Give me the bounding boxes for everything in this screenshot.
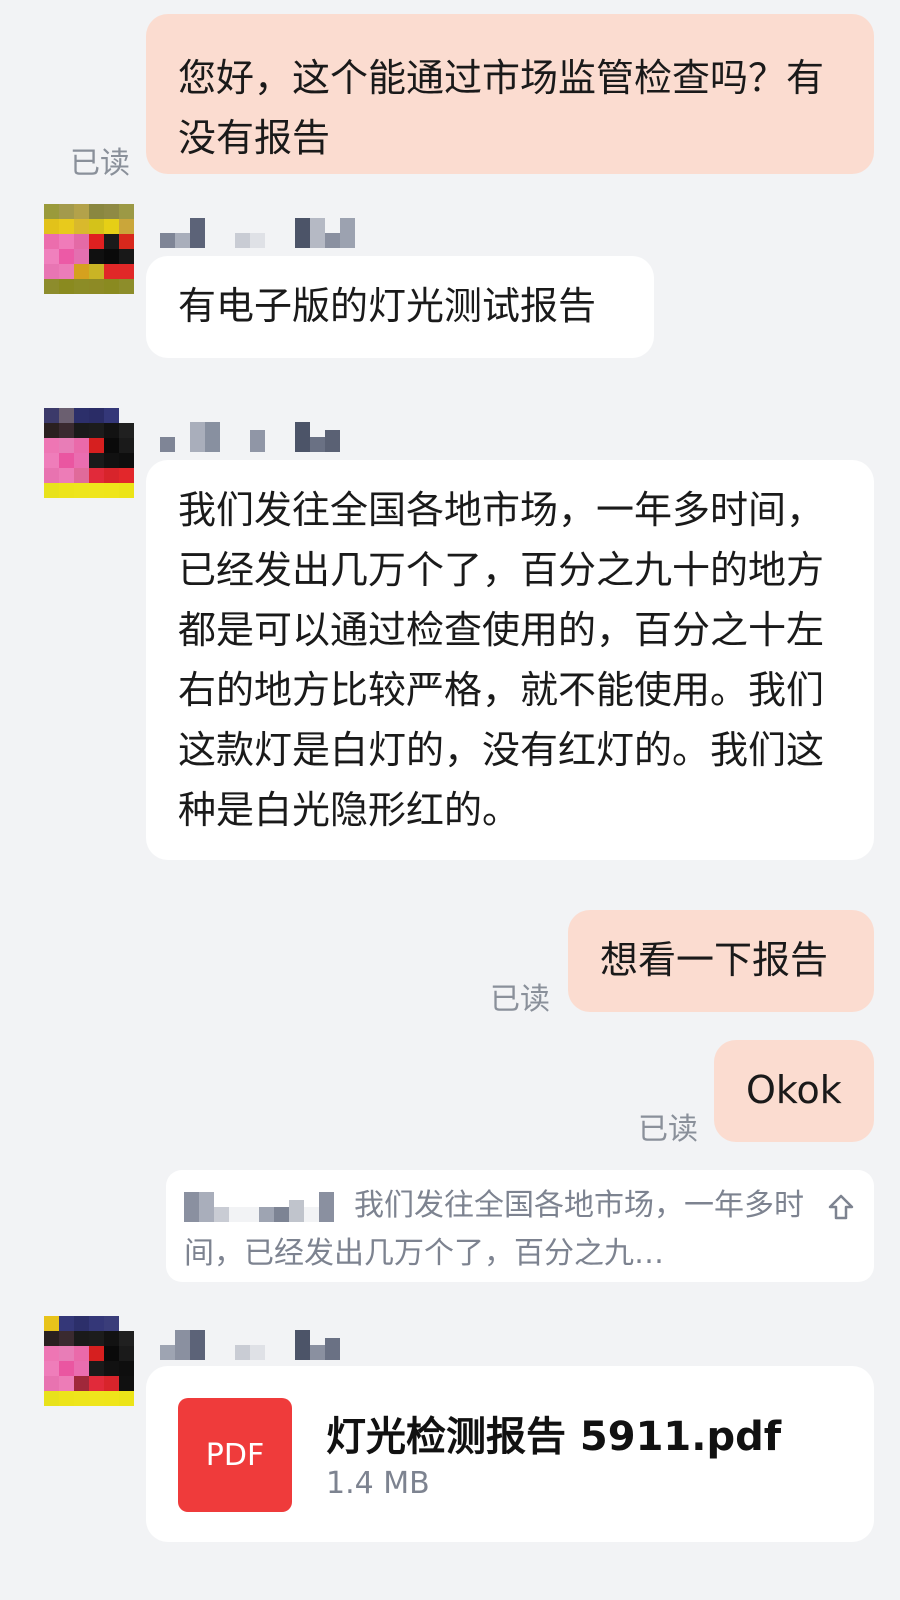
message-bubble-incoming[interactable]: 我们发往全国各地市场，一年多时间，已经发出几万个了，百分之九十的地方都是可以通过… bbox=[146, 460, 874, 860]
avatar[interactable] bbox=[44, 204, 134, 294]
read-receipt: 已读 bbox=[70, 146, 130, 181]
file-name: 灯光检测报告 5911.pdf bbox=[326, 1414, 782, 1460]
jump-to-message-icon[interactable] bbox=[826, 1192, 856, 1222]
pdf-file-icon: PDF bbox=[178, 1398, 292, 1512]
message-bubble-outgoing[interactable]: Okok bbox=[714, 1040, 874, 1142]
quoted-sender-blurred bbox=[184, 1191, 334, 1222]
message-text: 我们发往全国各地市场，一年多时间，已经发出几万个了，百分之九十的地方都是可以通过… bbox=[178, 488, 825, 832]
avatar[interactable] bbox=[44, 1316, 134, 1406]
message-bubble-outgoing[interactable]: 想看一下报告 bbox=[568, 910, 874, 1012]
message-bubble-incoming[interactable]: 有电子版的灯光测试报告 bbox=[146, 256, 654, 358]
message-text: 您好，这个能通过市场监管检查吗？有没有报告 bbox=[178, 56, 825, 160]
read-receipt: 已读 bbox=[490, 982, 550, 1017]
avatar[interactable] bbox=[44, 408, 134, 498]
quoted-message[interactable]: 我们发往全国各地市场，一年多时间，已经发出几万个了，百分之九… bbox=[166, 1170, 874, 1282]
sender-name-blurred bbox=[160, 1330, 340, 1360]
chat-view: 您好，这个能通过市场监管检查吗？有没有报告 已读 有电子版的灯光测试报告 我们发… bbox=[0, 0, 900, 1600]
sender-name-blurred bbox=[160, 422, 340, 452]
file-size: 1.4 MB bbox=[326, 1466, 430, 1501]
message-text: 有电子版的灯光测试报告 bbox=[178, 284, 597, 328]
pdf-icon-label: PDF bbox=[205, 1437, 265, 1473]
sender-name-blurred bbox=[160, 218, 355, 248]
message-text: Okok bbox=[746, 1068, 842, 1112]
read-receipt: 已读 bbox=[638, 1112, 698, 1147]
message-bubble-outgoing[interactable]: 您好，这个能通过市场监管检查吗？有没有报告 bbox=[146, 14, 874, 174]
message-text: 想看一下报告 bbox=[600, 938, 829, 982]
file-message[interactable]: PDF 灯光检测报告 5911.pdf 1.4 MB bbox=[146, 1366, 874, 1542]
